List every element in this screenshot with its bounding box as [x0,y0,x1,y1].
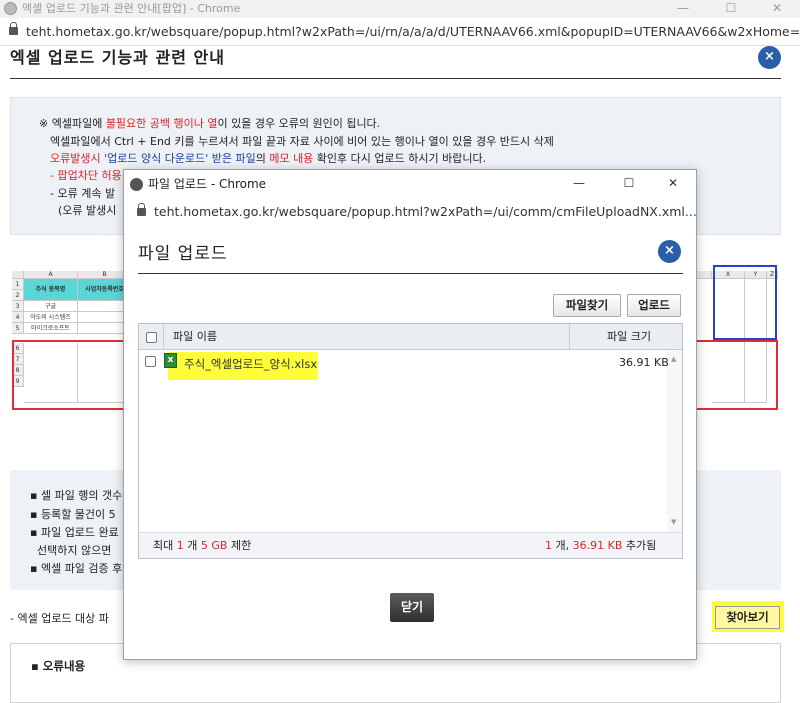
page-close-button[interactable]: × [758,46,781,69]
excel-file-icon: x [164,353,177,368]
bg-address-bar[interactable]: teht.hometax.go.kr/websquare/popup.html?… [0,18,800,46]
bottom-note: ▪ 등록할 물건이 5 [30,508,116,521]
column-header-filesize[interactable]: 파일 크기 [607,324,651,350]
title-divider [10,78,781,79]
maximize-button[interactable]: ☐ [708,0,754,18]
column-header-filename[interactable]: 파일 이름 [173,324,217,350]
upload-target-label: - 엑셀 업로드 대상 파 [10,612,109,625]
notice-line-3: 오류발생시 '업로드 양식 다운로드' 받은 파일의 메모 내용 확인후 다시 … [50,152,487,165]
popup-minimize-button[interactable]: — [556,175,602,193]
sheet-row-number: 5 [12,323,24,334]
file-list-footer: 최대 1 개 5 GB 제한 1 개, 36.91 KB 추가됨 [139,532,682,558]
popup-window-title: 파일 업로드 - Chrome [148,177,267,191]
sheet-row-number: 4 [12,312,24,323]
lock-icon [137,203,146,216]
notice-line-4: - 팝업차단 허용 [50,169,122,182]
column-divider [163,324,164,350]
notice-line-2: 엑셀파일에서 Ctrl + End 키를 누르셔서 파일 끝과 자료 사이에 비… [50,135,554,148]
file-list-header: 파일 이름 파일 크기 [139,324,682,350]
select-all-checkbox[interactable] [146,332,157,343]
scroll-up-icon[interactable]: ▲ [671,355,676,363]
sheet-row-number: 3 [12,301,24,312]
window-close-button[interactable]: ✕ [754,0,800,18]
popup-heading: 파일 업로드 [138,244,228,264]
notice-line-5: - 오류 계속 발 [50,187,116,200]
file-added-text: 1 개, 36.91 KB 추가됨 [545,539,657,552]
notice-line-1: ※ 엑셀파일에 불필요한 공백 행이나 열이 있을 경우 오류의 원인이 됩니다… [39,117,381,130]
popup-address-bar[interactable]: teht.hometax.go.kr/websquare/popup.html?… [124,198,696,226]
lock-icon [9,22,18,35]
popup-url-text: teht.hometax.go.kr/websquare/popup.html?… [154,204,696,219]
popup-divider [138,273,683,274]
error-section-title: ▪ 오류내용 [31,659,86,673]
sheet-cell: 구글 [24,301,78,312]
sheet-row-number: 1 [12,279,24,290]
scroll-down-icon[interactable]: ▼ [671,518,676,526]
popup-window-close-button[interactable]: ✕ [650,175,696,193]
sheet-header-cell: 주식 종목명 [24,279,78,301]
bg-url-text: teht.hometax.go.kr/websquare/popup.html?… [26,24,800,39]
blue-highlight-columns [713,265,777,340]
bottom-note: 선택하지 않으면 [30,544,112,557]
find-file-button[interactable]: 파일찾기 [553,294,621,317]
sheet-cell: 아도비 시스템즈 [24,312,78,323]
popup-close-button[interactable]: 닫기 [390,593,434,622]
file-row-checkbox[interactable] [145,356,156,367]
file-list-scrollbar[interactable]: ▲ ▼ [667,350,682,532]
file-upload-popup: 파일 업로드 - Chrome — ☐ ✕ teht.hometax.go.kr… [123,169,697,660]
bottom-note: ▪ 셀 파일 행의 갯수 [30,489,123,502]
file-limit-text: 최대 1 개 5 GB 제한 [153,539,252,552]
globe-icon [4,2,17,15]
bg-window-title: 엑셀 업로드 기능과 관련 안내[팝업] - Chrome [22,2,241,15]
upload-button[interactable]: 업로드 [627,294,681,317]
page-title: 엑셀 업로드 기능과 관련 안내 [10,48,225,67]
notice-line-6: (오류 발생시 [58,204,117,217]
bottom-note: ▪ 엑셀 파일 검증 후 [30,562,123,575]
globe-icon [130,178,143,191]
sheet-corner [12,271,24,279]
sheet-cell: 마이크로소프트 [24,323,78,334]
sheet-col-letter: A [24,271,78,279]
popup-maximize-button[interactable]: ☐ [606,175,652,193]
bottom-note: ▪ 파일 업로드 완료 [30,526,119,539]
file-name[interactable]: 주식_엑셀업로드_양식.xlsx [184,356,317,372]
file-size: 36.91 KB [619,356,669,369]
popup-close-icon-button[interactable]: × [658,240,681,263]
column-divider [569,324,570,350]
sheet-row-number: 2 [12,290,24,301]
browse-button[interactable]: 찾아보기 [715,606,780,629]
minimize-button[interactable]: — [660,0,706,18]
